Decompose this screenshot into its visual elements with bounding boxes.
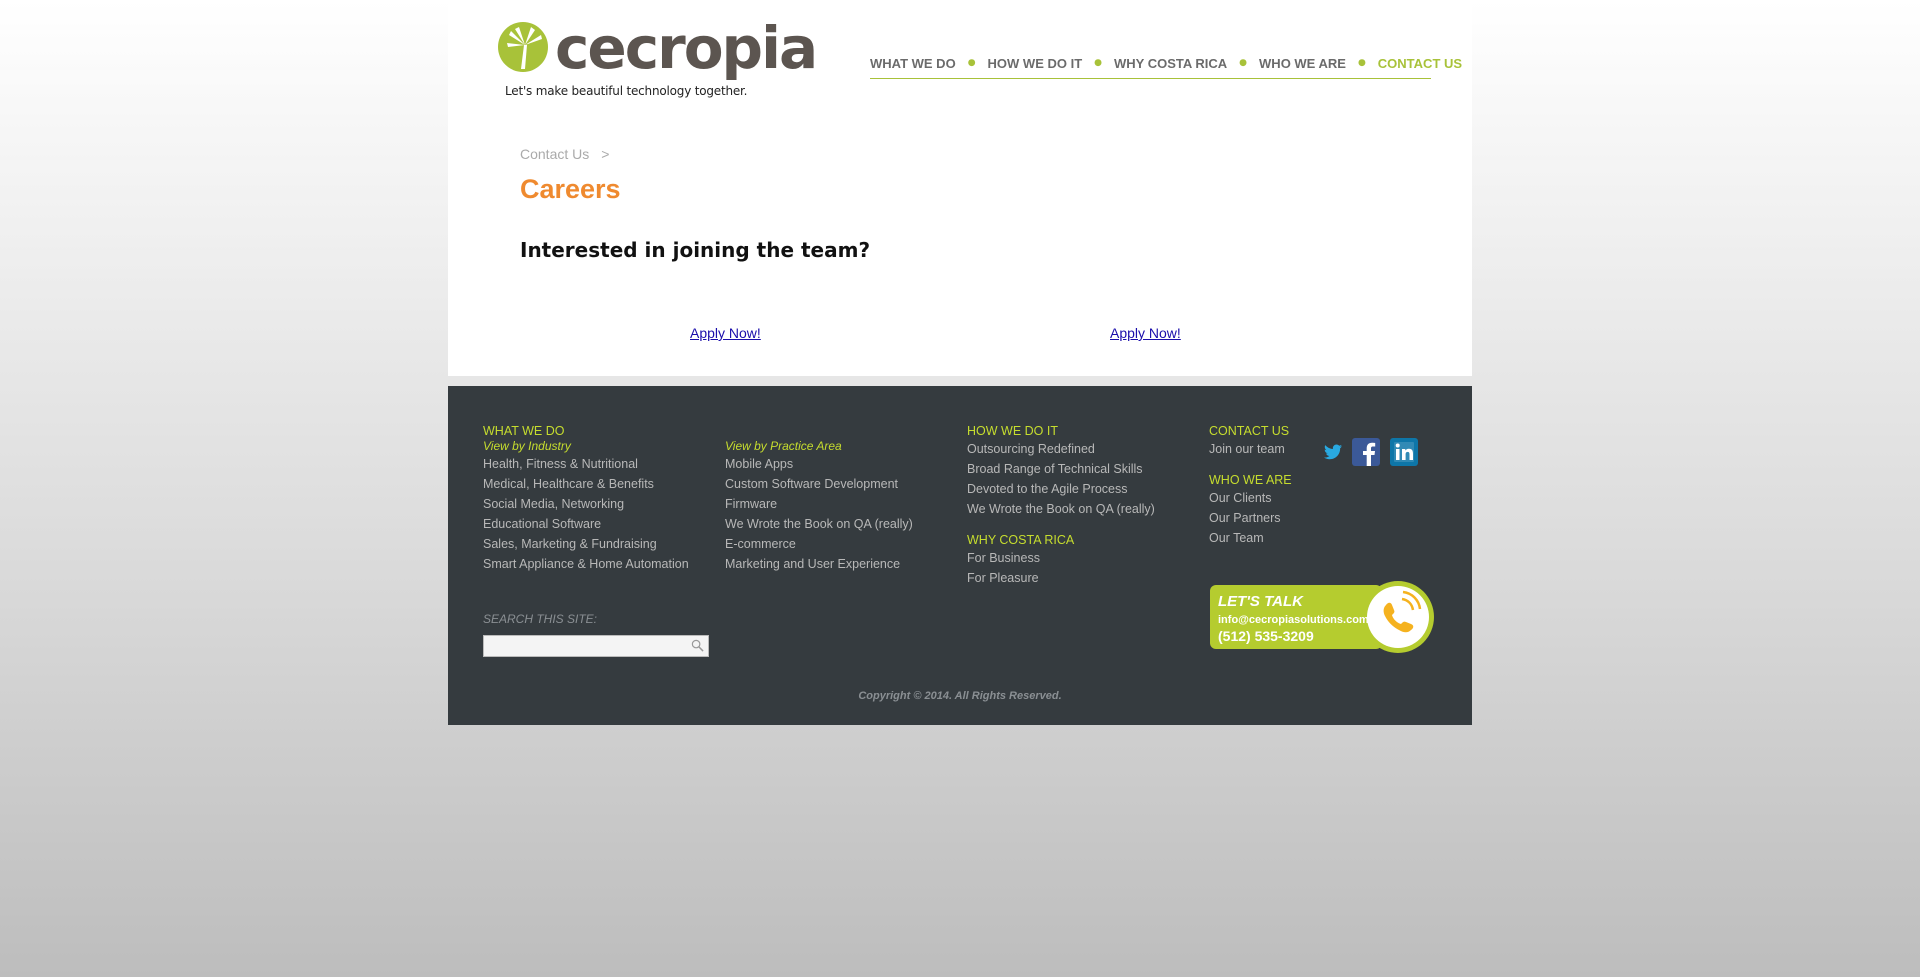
palm-logo-icon <box>498 22 548 72</box>
footer-link[interactable]: Educational Software <box>483 514 689 534</box>
footer-link[interactable]: Devoted to the Agile Process <box>967 479 1155 499</box>
logo[interactable]: cecropia Let's make beautiful technology… <box>497 14 818 103</box>
nav-why-costa-rica[interactable]: WHY COSTA RICA <box>1114 56 1227 71</box>
footer-link[interactable]: Join our team <box>1209 439 1292 459</box>
footer-heading-what-we-do[interactable]: WHAT WE DO <box>483 424 689 439</box>
nav-how-we-do-it[interactable]: HOW WE DO IT <box>988 56 1083 71</box>
page-wrapper: cecropia Let's make beautiful technology… <box>448 0 1472 725</box>
footer: WHAT WE DO View by Industry Health, Fitn… <box>448 386 1472 725</box>
footer-col-how-we-do-it: HOW WE DO IT Outsourcing Redefined Broad… <box>967 424 1155 588</box>
lets-talk-email: info@cecropiasolutions.com <box>1218 614 1369 626</box>
footer-link[interactable]: Mobile Apps <box>725 454 913 474</box>
nav-contact-us[interactable]: CONTACT US <box>1378 56 1462 71</box>
breadcrumb-separator: > <box>601 146 610 162</box>
breadcrumb-contact-us[interactable]: Contact Us <box>520 146 589 162</box>
footer-col-what-we-do: WHAT WE DO View by Industry Health, Fitn… <box>483 424 689 574</box>
search-input[interactable] <box>484 639 688 657</box>
search-box <box>483 635 709 657</box>
footer-link[interactable]: Sales, Marketing & Fundraising <box>483 534 689 554</box>
footer-col-practice-area: View by Practice Area Mobile Apps Custom… <box>725 439 913 574</box>
footer-link[interactable]: Our Team <box>1209 528 1292 548</box>
footer-link[interactable]: For Business <box>967 548 1155 568</box>
apply-now-link-right[interactable]: Apply Now! <box>1110 325 1181 341</box>
facebook-icon[interactable] <box>1352 438 1380 466</box>
footer-link[interactable]: E-commerce <box>725 534 913 554</box>
page-heading: Interested in joining the team? <box>520 238 871 262</box>
nav-separator-dot: ● <box>1357 58 1366 68</box>
nav-what-we-do[interactable]: WHAT WE DO <box>870 56 956 71</box>
logo-wordmark: cecropia <box>555 14 818 82</box>
footer-subheading-practice: View by Practice Area <box>725 439 842 453</box>
footer-heading-contact-us[interactable]: CONTACT US <box>1209 424 1292 439</box>
nav-separator-dot: ● <box>1094 58 1103 68</box>
footer-link[interactable]: Our Clients <box>1209 488 1292 508</box>
search-icon[interactable] <box>691 639 704 652</box>
lets-talk-phone: (512) 535-3209 <box>1218 628 1314 644</box>
linkedin-icon[interactable] <box>1390 438 1418 466</box>
footer-link[interactable]: Broad Range of Technical Skills <box>967 459 1155 479</box>
footer-col-contact: CONTACT US Join our team WHO WE ARE Our … <box>1209 424 1292 548</box>
nav-separator-dot: ● <box>967 58 976 68</box>
footer-link[interactable]: Custom Software Development <box>725 474 913 494</box>
footer-link[interactable]: Social Media, Networking <box>483 494 689 514</box>
nav-who-we-are[interactable]: WHO WE ARE <box>1259 56 1346 71</box>
footer-subheading-industry: View by Industry <box>483 439 571 453</box>
footer-heading-how-we-do-it[interactable]: HOW WE DO IT <box>967 424 1155 439</box>
copyright: Copyright © 2014. All Rights Reserved. <box>858 690 1062 702</box>
footer-link[interactable]: We Wrote the Book on QA (really) <box>967 499 1155 519</box>
lets-talk-badge[interactable]: LET'S TALK info@cecropiasolutions.com (5… <box>1210 579 1436 655</box>
breadcrumb: Contact Us > <box>520 146 609 162</box>
page-title: Careers <box>520 174 621 204</box>
footer-link[interactable]: We Wrote the Book on QA (really) <box>725 514 913 534</box>
nav-separator-dot: ● <box>1239 58 1248 68</box>
footer-link[interactable]: For Pleasure <box>967 568 1155 588</box>
content-area: cecropia Let's make beautiful technology… <box>448 0 1472 376</box>
footer-link[interactable]: Outsourcing Redefined <box>967 439 1155 459</box>
apply-now-link-left[interactable]: Apply Now! <box>690 325 761 341</box>
footer-link[interactable]: Medical, Healthcare & Benefits <box>483 474 689 494</box>
footer-link[interactable]: Our Partners <box>1209 508 1292 528</box>
footer-link[interactable]: Marketing and User Experience <box>725 554 913 574</box>
footer-link[interactable]: Firmware <box>725 494 913 514</box>
lets-talk-title: LET'S TALK <box>1218 593 1303 610</box>
search-label: SEARCH THIS SITE: <box>483 612 598 626</box>
footer-heading-why-costa-rica[interactable]: WHY COSTA RICA <box>967 533 1155 548</box>
footer-link[interactable]: Smart Appliance & Home Automation <box>483 554 689 574</box>
footer-heading-who-we-are[interactable]: WHO WE ARE <box>1209 473 1292 488</box>
main-nav: WHAT WE DO ● HOW WE DO IT ● WHY COSTA RI… <box>870 56 1462 79</box>
footer-link[interactable]: Health, Fitness & Nutritional <box>483 454 689 474</box>
social-links <box>1324 438 1428 466</box>
logo-tagline: Let's make beautiful technology together… <box>505 84 748 98</box>
twitter-icon[interactable] <box>1324 444 1342 460</box>
